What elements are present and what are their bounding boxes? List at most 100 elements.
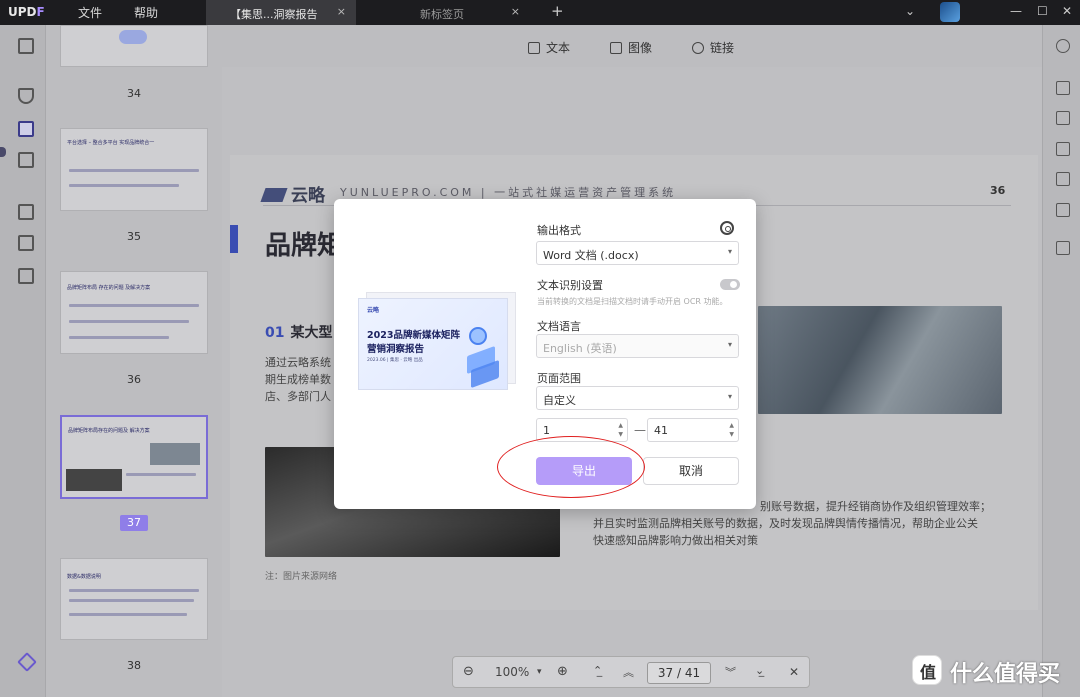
chevron-down-icon[interactable]: ⌄ [905,4,915,18]
panel-handle[interactable] [0,147,6,157]
add-link-label: 链接 [710,41,735,55]
add-tab-icon[interactable]: + [551,2,564,20]
tab-document-label: 【集思...洞察报告 [230,8,318,21]
stepper-icon[interactable]: ▲ ▼ [729,421,734,439]
save-icon[interactable] [1056,241,1070,255]
protect-icon[interactable] [18,268,34,284]
app-logo-text: UPD [8,5,37,19]
preview-title-line1: 2023品牌新媒体矩阵 [367,330,460,341]
layers-icon[interactable] [17,652,37,672]
thumbnail-38[interactable]: 数据&数据说明 [60,558,208,640]
document-language-select[interactable]: English (英语) ▾ [536,334,739,358]
thumbnail-35[interactable]: 平台选择 – 整合多平台 实现品牌统合一 [60,128,208,211]
page-range-value: 自定义 [543,394,576,407]
minimize-icon[interactable]: — [1010,4,1022,18]
mail-icon[interactable] [1056,203,1070,217]
zoom-out-icon[interactable]: ⊖ [463,664,474,679]
thumbnail-photo [66,469,122,491]
thumbnail-panel: 34 平台选择 – 整合多平台 实现品牌统合一 35 品牌矩阵布局 存在的问题 … [46,25,222,697]
comment-icon[interactable] [18,88,34,104]
zoom-level[interactable]: 100% [495,665,529,679]
avatar[interactable] [940,2,960,22]
thumbnail-heading: 平台选择 – 整合多平台 实现品牌统合一 [67,140,155,146]
gear-icon[interactable] [720,221,734,235]
preview-title-line2: 营销洞察报告 [367,344,425,355]
cancel-button[interactable]: 取消 [643,457,739,485]
page-range-label: 页面范围 [537,372,581,385]
add-link-button[interactable]: 链接 [692,39,734,56]
preview-illustration [457,321,503,389]
watermark-logo: 值 [912,655,942,685]
illustration-bubble [469,327,487,345]
next-page-icon[interactable]: ︾ [725,664,736,680]
thumbnail-line [69,169,199,172]
body-text: 通过云略系统 [265,356,331,369]
stepper-icon[interactable]: ▲ ▼ [618,421,623,439]
close-tab-icon[interactable]: × [511,5,520,18]
thumbnail-heading: 品牌矩阵布局存在的问题及 解决方案 [68,428,150,434]
menu-file[interactable]: 文件 [78,4,102,21]
body-text: 别账号数据，提升经销商协作及组织管理效率； [760,500,991,513]
thumbnail-line [126,473,196,476]
section-number: 01 [265,325,285,341]
image-caption: 注：图片来源网络 [265,572,338,582]
close-window-icon[interactable]: ✕ [1062,4,1072,18]
reader-icon[interactable] [18,38,34,54]
ocr-icon[interactable] [1056,81,1070,95]
document-preview: 云略 2023品牌新媒体矩阵 营销洞察报告 2023.06 | 集思 · 云略 … [358,292,516,390]
thumbnail-34[interactable] [60,25,208,67]
output-format-label: 输出格式 [537,224,581,237]
first-page-icon[interactable]: ⌃̲ [593,664,602,677]
thumbnail-36[interactable]: 品牌矩阵布局 存在的问题 及解决方案 [60,271,208,354]
page-separator: / [676,666,682,680]
zoom-in-icon[interactable]: ⊕ [557,664,568,679]
thumbnail-page-number: 38 [127,659,141,672]
document-page-number: 36 [990,184,1006,197]
text-icon [528,42,540,54]
convert-icon[interactable] [1056,111,1070,125]
preview-logo: 云略 [367,307,380,314]
thumbnail-line [69,589,199,592]
thumbnail-graphic [119,30,147,44]
watermark-text: 什么值得买 [950,662,1061,687]
tab-document[interactable]: 【集思...洞察报告 × [206,0,356,25]
document-logo-text: 云略 [291,186,325,206]
current-page-badge: 37 [120,515,148,531]
range-to-input[interactable]: 41 ▲ ▼ [647,418,739,442]
add-image-button[interactable]: 图像 [610,39,652,56]
share-icon[interactable] [1056,172,1070,186]
section-title: 某大型 [290,325,333,341]
last-page-icon[interactable]: ⌄̲ [755,664,764,677]
form-icon[interactable] [18,204,34,220]
output-format-value: Word 文档 (.docx) [543,249,639,262]
highlight-circle [497,436,645,498]
thumbnail-line [69,336,169,339]
menu-help[interactable]: 帮助 [134,4,158,21]
zoom-dropdown-icon[interactable]: ▾ [537,667,542,677]
close-tab-icon[interactable]: × [337,5,346,18]
body-text: 快速感知品牌影响力做出相关对策 [593,534,758,547]
edit-pdf-icon[interactable] [18,121,34,137]
add-text-button[interactable]: 文本 [528,39,570,56]
ocr-toggle[interactable] [720,279,740,290]
thumbnail-heading: 品牌矩阵布局 存在的问题 及解决方案 [67,285,151,291]
link-icon [692,42,704,54]
page-range-select[interactable]: 自定义 ▾ [536,386,739,410]
page-number-input[interactable]: 37 / 41 [647,662,711,684]
tab-new[interactable]: 新标签页 × [360,0,530,25]
prev-page-icon[interactable]: ︽ [623,664,634,680]
output-format-select[interactable]: Word 文档 (.docx) ▾ [536,241,739,265]
close-pager-icon[interactable]: ✕ [789,665,799,679]
page-navigation-bar: ⊖ 100% ▾ ⊕ ⌃̲ ︽ 37 / 41 ︾ ⌄̲ ✕ [452,656,810,688]
image-icon [610,42,622,54]
thumbnail-page-number: 34 [127,87,141,100]
maximize-icon[interactable]: ☐ [1037,4,1048,18]
crop-icon[interactable] [18,235,34,251]
thumbnail-line [69,320,189,323]
thumbnail-37[interactable]: 品牌矩阵布局存在的问题及 解决方案 [60,415,208,499]
left-tool-bar [0,25,46,697]
page-organize-icon[interactable] [18,152,34,168]
search-icon[interactable] [1056,39,1070,53]
document-logo: 云略 [260,181,325,206]
protect-file-icon[interactable] [1056,142,1070,156]
